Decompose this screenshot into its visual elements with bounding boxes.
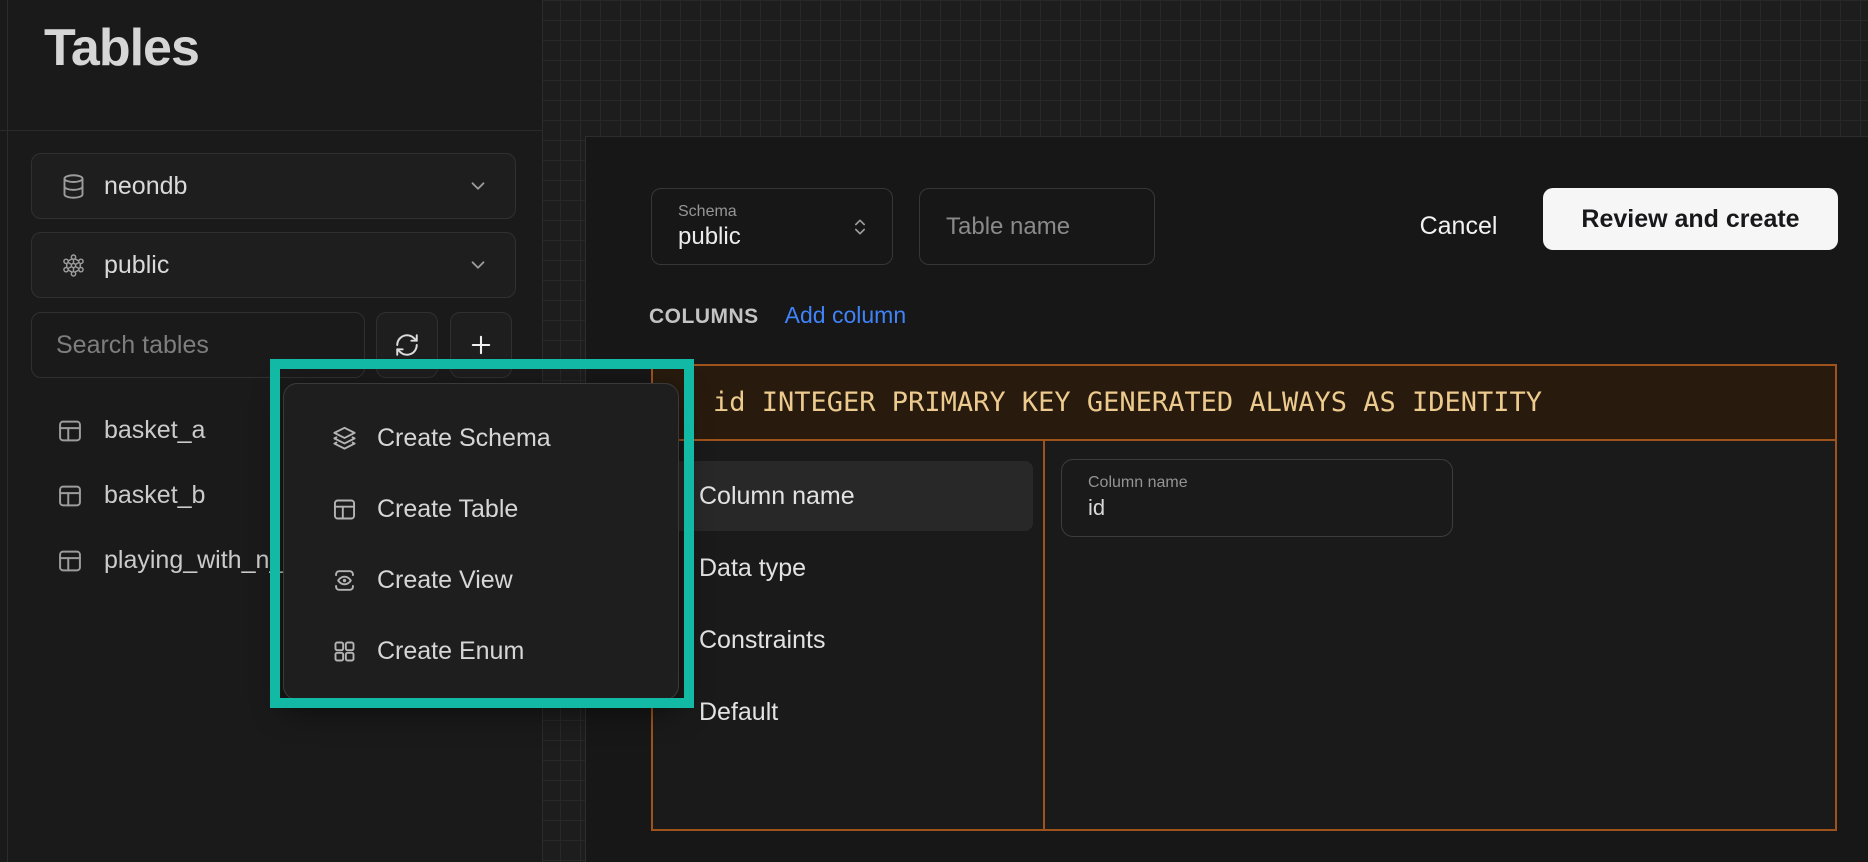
menu-item-label: Create Enum [377,637,524,666]
field-tab-constraints[interactable]: Constraints [663,605,1033,675]
table-name-label: basket_b [104,481,205,510]
column-name-input-value: id [1088,494,1452,523]
schema-field[interactable]: Schema public [651,188,893,265]
menu-item-create-table[interactable]: Create Table [284,474,678,545]
chevrons-up-down-icon [850,217,870,237]
column-sql-text: id INTEGER PRIMARY KEY GENERATED ALWAYS … [713,387,1542,418]
review-and-create-button[interactable]: Review and create [1543,188,1838,250]
columns-section-header: COLUMNS Add column [649,302,906,329]
column-fields-pane: Column name Data type Constraints Defaul… [653,441,1045,829]
table-icon [56,417,84,445]
menu-item-create-view[interactable]: Create View [284,545,678,616]
column-editor: id INTEGER PRIMARY KEY GENERATED ALWAYS … [651,364,1837,831]
menu-item-label: Create Table [377,495,518,524]
tables-page: Tables neondb [0,0,1868,862]
table-icon [56,482,84,510]
page-title: Tables [44,18,199,78]
columns-heading: COLUMNS [649,305,759,329]
table-icon [331,496,358,523]
create-table-panel: Schema public Cancel Review and create C… [585,136,1868,862]
table-name-label: basket_a [104,416,205,445]
add-table-button[interactable] [450,312,512,378]
field-tab-data-type[interactable]: Data type [663,533,1033,603]
column-sql-row[interactable]: id INTEGER PRIMARY KEY GENERATED ALWAYS … [653,366,1835,441]
field-tab-column-name[interactable]: Column name [663,461,1033,531]
column-detail-pane: Column name id [1045,441,1835,829]
enum-grid-icon [331,638,358,665]
column-name-input[interactable]: Column name id [1061,459,1453,537]
chevron-down-icon [467,254,489,276]
field-tab-label: Constraints [699,626,825,655]
table-name-label: playing_with_n_ [104,546,283,575]
column-name-input-label: Column name [1088,473,1452,494]
database-icon [60,173,87,200]
view-eye-icon [331,567,358,594]
sidebar-header-divider [0,130,542,131]
table-name-input[interactable] [919,188,1155,265]
menu-item-create-enum[interactable]: Create Enum [284,616,678,687]
menu-item-label: Create View [377,566,513,595]
table-icon [56,547,84,575]
database-select-value: neondb [104,172,187,201]
menu-item-create-schema[interactable]: Create Schema [284,403,678,474]
field-tab-default[interactable]: Default [663,677,1033,747]
field-tab-label: Data type [699,554,806,583]
add-column-link[interactable]: Add column [785,302,906,329]
refresh-tables-button[interactable] [376,312,438,378]
search-tables-input[interactable] [31,312,365,378]
layers-icon [331,425,358,452]
schema-select-sidebar[interactable]: public [31,232,516,298]
menu-item-label: Create Schema [377,424,551,453]
database-select[interactable]: neondb [31,153,516,219]
create-menu: Create Schema Create Table Create View [283,383,679,700]
plus-icon [467,331,495,359]
chevron-down-icon [467,175,489,197]
schema-icon [60,252,87,279]
schema-select-value: public [104,251,169,280]
field-tab-label: Default [699,698,778,727]
field-tab-label: Column name [699,482,855,511]
refresh-icon [394,332,420,358]
cancel-button[interactable]: Cancel [1391,188,1526,265]
column-editor-body: Column name Data type Constraints Defaul… [653,441,1835,829]
